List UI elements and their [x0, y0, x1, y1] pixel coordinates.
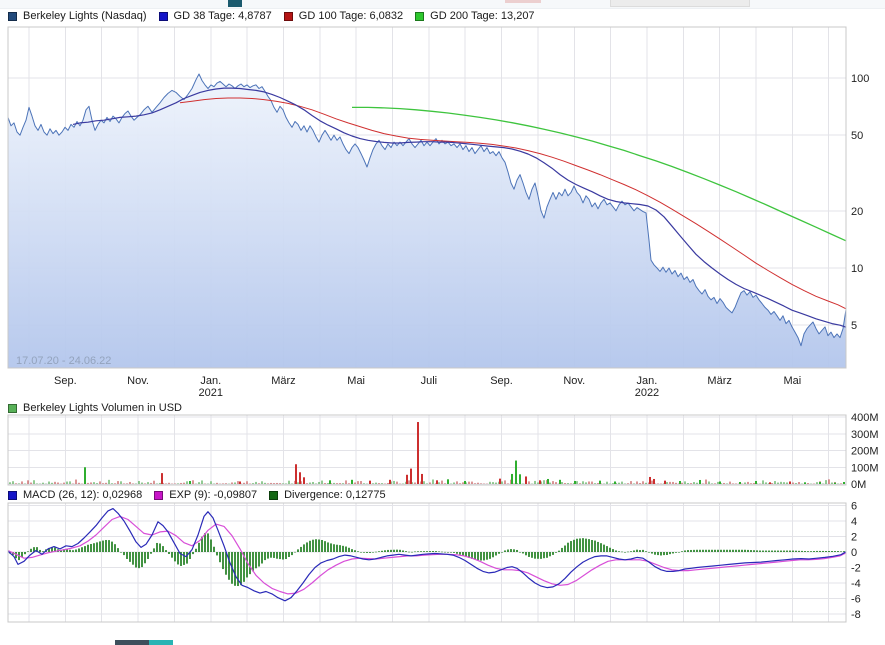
svg-text:5: 5 [851, 320, 857, 332]
svg-text:20: 20 [851, 206, 863, 218]
bottom-button-right [149, 640, 173, 645]
stock-chart-svg: 1005020105Sep.Nov.Jan.MärzMaiJuliSep.Nov… [0, 0, 885, 645]
svg-text:6: 6 [851, 501, 857, 513]
svg-text:4: 4 [851, 516, 857, 528]
date-range-watermark: 17.07.20 - 24.06.22 [16, 355, 111, 367]
price-panel: 100 50 20 10 5 [8, 27, 869, 368]
svg-text:-4: -4 [851, 578, 861, 590]
svg-text:Nov.: Nov. [563, 375, 585, 387]
svg-text:100M: 100M [851, 462, 879, 474]
svg-text:Sep.: Sep. [490, 375, 513, 387]
svg-text:Sep.: Sep. [54, 375, 77, 387]
svg-text:0M: 0M [851, 479, 866, 491]
svg-text:50: 50 [851, 130, 863, 142]
volume-panel: 400M 300M 200M 100M 0M [8, 412, 879, 491]
svg-text:-8: -8 [851, 609, 861, 621]
bottom-button-fragment[interactable] [115, 640, 173, 645]
svg-text:2022: 2022 [635, 387, 659, 399]
svg-text:-6: -6 [851, 594, 861, 606]
svg-text:Jan.: Jan. [637, 375, 658, 387]
svg-text:10: 10 [851, 263, 863, 275]
svg-text:März: März [271, 375, 295, 387]
svg-text:Mai: Mai [783, 375, 801, 387]
svg-text:2021: 2021 [199, 387, 223, 399]
svg-text:100: 100 [851, 73, 869, 85]
macd-panel: 6 4 2 0 -2 -4 -6 -8 [8, 501, 861, 623]
svg-text:Juli: Juli [421, 375, 438, 387]
svg-text:2: 2 [851, 532, 857, 544]
svg-text:-2: -2 [851, 563, 861, 575]
svg-text:400M: 400M [851, 412, 879, 424]
svg-text:Jan.: Jan. [200, 375, 221, 387]
svg-text:300M: 300M [851, 429, 879, 441]
svg-text:200M: 200M [851, 446, 879, 458]
svg-text:Nov.: Nov. [127, 375, 149, 387]
svg-text:0: 0 [851, 547, 857, 559]
x-axis-labels: Sep. Nov. Jan. März Mai Juli Sep. Nov. Jan. März M… [54, 375, 801, 399]
bottom-button-left [115, 640, 149, 645]
svg-text:Mai: Mai [347, 375, 365, 387]
svg-text:März: März [707, 375, 731, 387]
